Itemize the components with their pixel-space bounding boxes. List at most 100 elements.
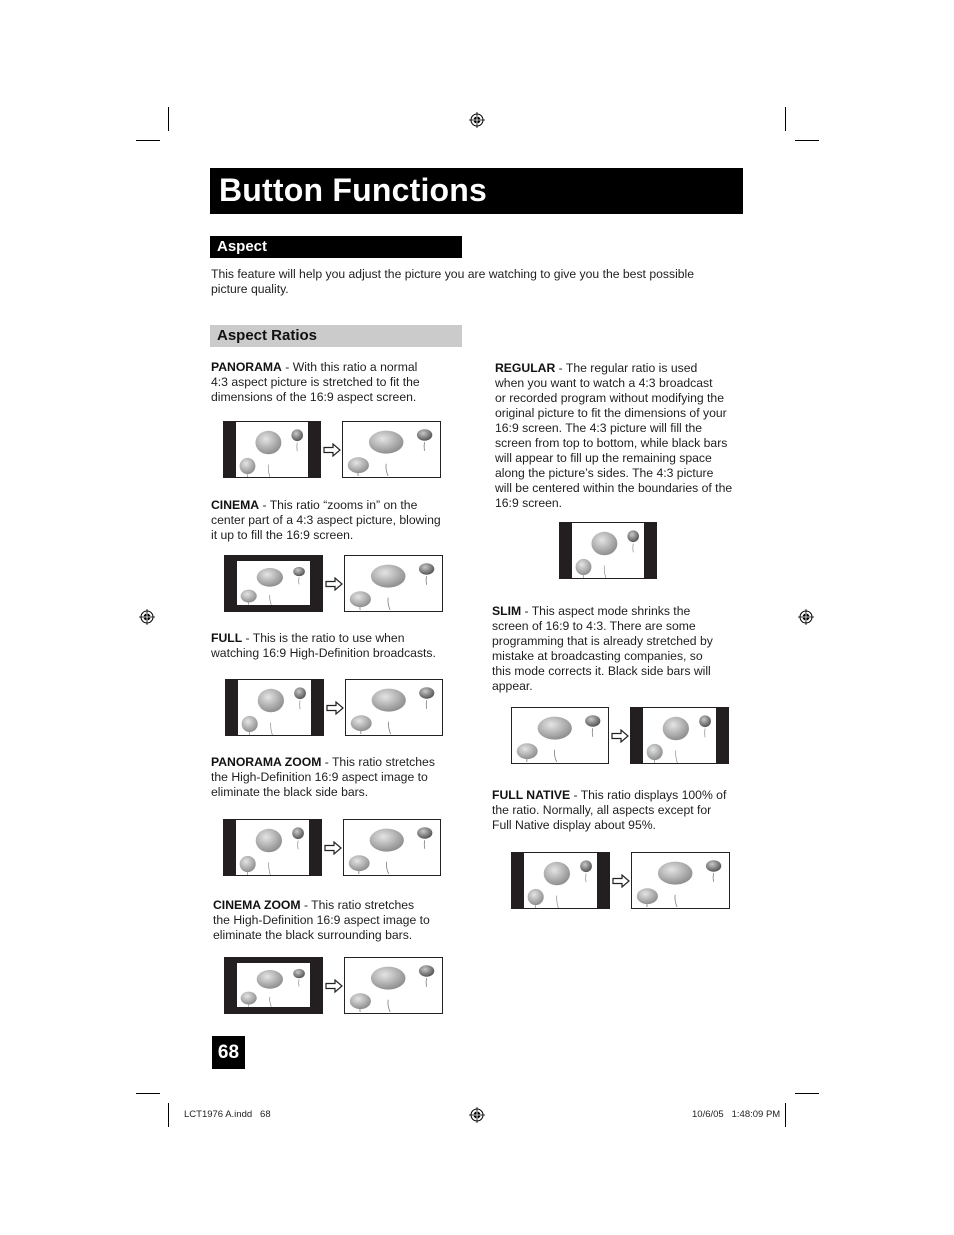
description-line: Full Native display about 95%. xyxy=(492,818,656,832)
description-line: the High-Definition 16:9 aspect image to xyxy=(211,770,428,784)
screen-surrounding-bars xyxy=(224,957,323,1014)
mode-name: CINEMA xyxy=(211,498,260,512)
medium-balloon xyxy=(516,743,538,760)
medium-balloon xyxy=(240,991,257,1005)
picture-area xyxy=(572,523,644,578)
large-balloon xyxy=(255,828,282,853)
large-balloon xyxy=(662,716,689,741)
large-balloon xyxy=(370,564,406,588)
small-balloon xyxy=(292,827,304,840)
description-line: original picture to fit the dimensions o… xyxy=(495,406,727,420)
balloon-illustration xyxy=(347,429,433,477)
registration-mark-icon xyxy=(139,609,155,625)
registration-mark-icon xyxy=(469,112,485,128)
medium-balloon xyxy=(575,558,592,576)
picture-area xyxy=(237,963,310,1007)
mode-description-regular: REGULAR - The regular ratio is used when … xyxy=(495,361,755,511)
description-line: appear. xyxy=(492,679,533,693)
balloon-illustration xyxy=(350,687,435,735)
balloon-illustration xyxy=(348,827,433,875)
description-line: will appear to fill up the remaining spa… xyxy=(495,451,712,465)
mode-description-full: FULL - This is the ratio to use when watc… xyxy=(211,631,461,661)
screen-side-bars xyxy=(559,522,657,579)
description-line: eliminate the black surrounding bars. xyxy=(213,928,413,942)
picture-area xyxy=(643,708,716,763)
large-balloon xyxy=(591,531,618,556)
description-line: screen of 16:9 to 4:3. There are some xyxy=(492,619,696,633)
slug-timestamp: 10/6/05 1:48:09 PM xyxy=(692,1109,781,1120)
description-line: center part of a 4:3 aspect picture, blo… xyxy=(211,513,441,527)
page-title: Button Functions xyxy=(219,172,488,208)
description-line: screen from top to bottom, while black b… xyxy=(495,436,728,450)
crop-mark xyxy=(136,140,160,141)
medium-balloon xyxy=(646,743,663,761)
mode-description-cinema: CINEMA - This ratio “zooms in” on the cen… xyxy=(211,498,461,543)
small-balloon xyxy=(293,566,305,577)
right-arrow-icon xyxy=(611,729,629,743)
small-balloon xyxy=(294,687,306,700)
balloon-illustration xyxy=(516,715,601,763)
large-balloon xyxy=(256,970,283,989)
small-balloon xyxy=(418,965,435,977)
balloon-illustration xyxy=(349,965,435,1013)
right-arrow-icon xyxy=(612,874,630,888)
mode-name: FULL xyxy=(211,631,243,645)
screen-side-bars xyxy=(630,707,729,764)
small-balloon xyxy=(291,429,303,442)
mode-name: CINEMA ZOOM xyxy=(213,898,301,912)
large-balloon xyxy=(543,861,570,886)
section-heading-aspect: Aspect xyxy=(210,236,462,258)
description-line: the High-Definition 16:9 aspect image to xyxy=(213,913,430,927)
balloon-illustration xyxy=(240,566,305,605)
medium-balloon xyxy=(527,888,544,906)
screen-full-picture xyxy=(511,707,609,764)
description-line: PANORAMA - With this ratio a normal xyxy=(211,360,418,374)
crop-mark xyxy=(785,107,786,131)
description-line: PANORAMA ZOOM - This ratio stretches xyxy=(211,755,435,769)
medium-balloon xyxy=(349,591,371,608)
medium-balloon xyxy=(350,715,372,732)
description-line: it up to fill the 16:9 screen. xyxy=(211,528,354,542)
description-line: this mode corrects it. Black side bars w… xyxy=(492,664,711,678)
small-balloon xyxy=(627,530,639,543)
mode-name: PANORAMA ZOOM xyxy=(211,755,322,769)
description-line: programming that is already stretched by xyxy=(492,634,713,648)
screen-full-picture xyxy=(345,679,443,736)
picture-area xyxy=(237,561,310,605)
mode-description-slim: SLIM - This aspect mode shrinks the scree… xyxy=(492,604,752,694)
description-line: or recorded program without modifying th… xyxy=(495,391,724,405)
balloon-illustration xyxy=(527,860,592,908)
description-line: along the picture’s sides. The 4:3 pictu… xyxy=(495,466,714,480)
crop-mark xyxy=(168,107,169,131)
medium-balloon xyxy=(240,589,257,603)
medium-balloon xyxy=(349,993,371,1010)
balloon-illustration xyxy=(239,429,303,477)
mode-name: SLIM xyxy=(492,604,522,618)
description-line: dimensions of the 16:9 aspect screen. xyxy=(211,390,417,404)
medium-balloon xyxy=(636,888,658,905)
screen-full-picture xyxy=(631,852,730,909)
right-arrow-icon xyxy=(325,979,343,993)
large-balloon xyxy=(368,430,404,454)
picture-area xyxy=(238,680,311,735)
crop-mark xyxy=(168,1103,169,1127)
description-line: the ratio. Normally, all aspects except … xyxy=(492,803,712,817)
large-balloon xyxy=(255,430,282,455)
description-line: mistake at broadcasting companies, so xyxy=(492,649,703,663)
screen-side-bars xyxy=(511,852,610,909)
description-line: 4:3 aspect picture is stretched to fit t… xyxy=(211,375,420,389)
description-line: SLIM - This aspect mode shrinks the xyxy=(492,604,691,618)
mode-description-cinema-zoom: CINEMA ZOOM - This ratio stretches the Hi… xyxy=(213,898,463,943)
screen-full-picture xyxy=(344,957,443,1014)
picture-area xyxy=(524,853,597,908)
description-line: when you want to watch a 4:3 broadcast xyxy=(495,376,713,390)
description-line: eliminate the black side bars. xyxy=(211,785,369,799)
right-arrow-icon xyxy=(323,443,341,457)
mode-description-full-native: FULL NATIVE - This ratio displays 100% o… xyxy=(492,788,752,833)
large-balloon xyxy=(371,688,406,712)
aspect-intro: This feature will help you adjust the pi… xyxy=(211,267,751,297)
screen-side-bars xyxy=(225,679,324,736)
description-line: will be centered within the boundaries o… xyxy=(495,481,733,495)
balloon-illustration xyxy=(349,563,435,611)
page-title-bar: Button Functions xyxy=(210,168,743,214)
